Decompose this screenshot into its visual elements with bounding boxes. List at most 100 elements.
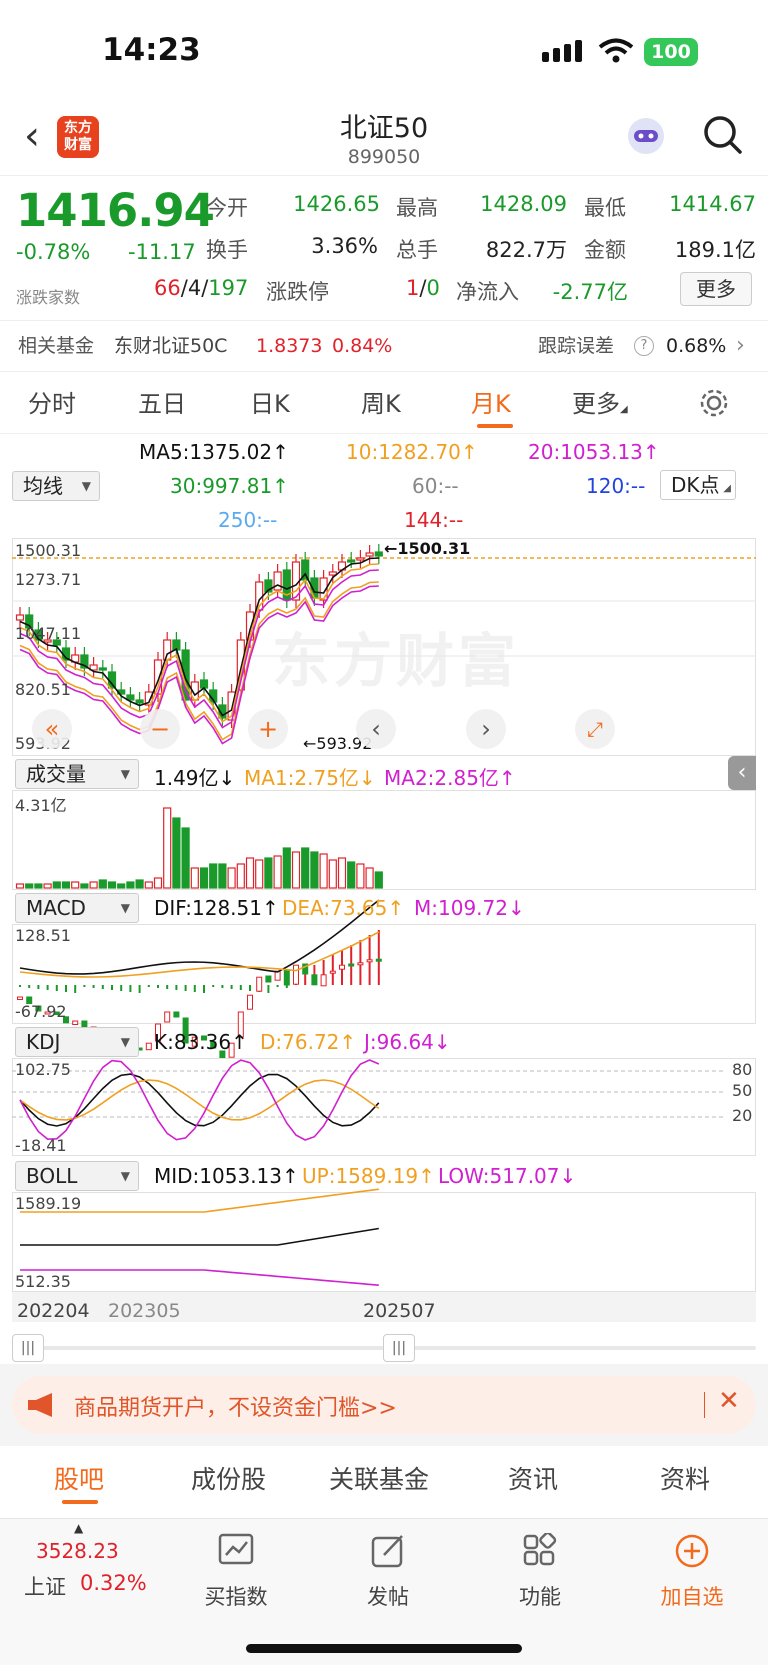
kdj-selector[interactable]: KDJ ▼ [15, 1027, 139, 1057]
range-slider-left-handle[interactable]: ||| [12, 1334, 44, 1362]
volume-bar [356, 863, 365, 889]
zoom-in-button[interactable]: + [248, 709, 288, 749]
megaphone-icon [28, 1393, 52, 1417]
boll-candle [247, 994, 253, 1010]
scroll-left-button[interactable]: ‹ [356, 709, 396, 749]
volume-bar [218, 863, 227, 889]
macd-dea: DEA:73.65↑ [282, 896, 405, 920]
tab-profile[interactable]: 资料 [660, 1460, 710, 1496]
volume-value: 1.49亿↓ [154, 766, 236, 790]
index-value: 3528.23 [36, 1539, 119, 1563]
volume-bar [301, 847, 310, 889]
boll-selector[interactable]: BOLL ▼ [15, 1161, 139, 1191]
bottom-nav: ▲ 3528.23 上证 0.32% 买指数 发帖 功能 加自选 [0, 1518, 768, 1665]
kdj-j-line [19, 1059, 380, 1141]
boll-candle [366, 959, 373, 963]
volume-bar [43, 883, 52, 889]
volume-bar [209, 863, 218, 889]
volume-bar [347, 861, 356, 889]
boll-candle [72, 1020, 79, 1025]
tab-related-funds[interactable]: 关联基金 [329, 1460, 429, 1496]
collapse-panel-icon[interactable]: ‹ [728, 756, 756, 790]
volume-bar [80, 883, 89, 889]
kdj-d: D:76.72↑ [260, 1030, 357, 1054]
volume-bar [34, 883, 43, 889]
tab-guba[interactable]: 股吧 [54, 1460, 104, 1496]
boll-ymax: 1589.19 [15, 1194, 82, 1213]
macd-selector[interactable]: MACD ▼ [15, 893, 139, 923]
boll-candle [283, 969, 290, 986]
candle-body [163, 639, 172, 661]
volume-bar [190, 867, 199, 889]
content-tabs: 股吧 成份股 关联基金 资讯 资料 [0, 1448, 768, 1508]
kdj-ymax: 102.75 [15, 1060, 71, 1079]
scroll-left-fast-button[interactable]: « [32, 709, 72, 749]
fullscreen-icon[interactable]: ⤢ [575, 709, 615, 749]
volume-ma2-line [19, 585, 379, 745]
boll-candle [311, 974, 318, 986]
volume-bar [319, 853, 328, 889]
candle-body [98, 667, 107, 671]
volume-bar [153, 877, 163, 889]
kline-chart-svg [12, 544, 756, 1286]
y-axis-label-3: 1047.11 [15, 624, 82, 643]
macd-ymax: 128.51 [15, 926, 71, 945]
candle-body [356, 557, 365, 561]
volume-bar [117, 883, 126, 889]
tab-constituents[interactable]: 成份股 [191, 1460, 266, 1496]
candle-body [374, 551, 383, 557]
volume-bar [245, 857, 255, 889]
candle-body [365, 552, 374, 557]
ad-banner[interactable]: 商品期货开户，不设资金门槛>> ✕ [12, 1376, 756, 1434]
scroll-right-button[interactable]: › [466, 709, 506, 749]
boll-up: UP:1589.19↑ [302, 1164, 435, 1188]
candle-body [135, 699, 144, 704]
volume-bar [291, 851, 301, 889]
kdj-level-20: 20 [732, 1106, 753, 1125]
volume-bar [15, 883, 25, 889]
boll-candle [339, 964, 345, 970]
candle-body [273, 571, 282, 591]
volume-bar [98, 879, 107, 889]
boll-candle [17, 996, 23, 1000]
boll-candle [265, 975, 272, 983]
index-pct: 0.32% [80, 1571, 147, 1595]
index-name: 上证 [24, 1575, 66, 1599]
zoom-out-button[interactable]: − [140, 709, 180, 749]
kdj-level-50: 50 [732, 1081, 753, 1100]
volume-bar [264, 857, 273, 889]
x-axis-end: 202507 [363, 1300, 436, 1322]
kdj-k: K:83.36↑ [154, 1030, 248, 1054]
tab-news[interactable]: 资讯 [508, 1460, 558, 1496]
macd-m: M:109.72↓ [414, 896, 525, 920]
volume-bar [199, 867, 209, 889]
add-watchlist-button[interactable]: 加自选 [652, 1581, 732, 1611]
y-axis-label-2: 1273.71 [15, 570, 82, 589]
buy-index-button[interactable]: 买指数 [196, 1581, 276, 1611]
volume-bar [89, 881, 98, 889]
candle-body [347, 559, 356, 563]
boll-low-line [20, 1269, 379, 1286]
candle-body [199, 679, 209, 689]
close-icon[interactable]: ✕ [718, 1386, 740, 1416]
y-axis-label-4: 820.51 [15, 680, 71, 699]
volume-bar [135, 879, 144, 889]
boll-candle [173, 1011, 180, 1018]
volume-ma1: MA1:2.75亿↓ [244, 766, 376, 790]
boll-candle [145, 1042, 152, 1051]
post-button[interactable]: 发帖 [348, 1581, 428, 1611]
volume-selector[interactable]: 成交量 ▼ [15, 759, 139, 789]
volume-bar [365, 867, 374, 889]
volume-bar [282, 847, 291, 889]
home-indicator [246, 1644, 522, 1653]
volume-bar [71, 881, 80, 889]
kdj-j: J:96.64↓ [364, 1030, 451, 1054]
boll-candle [293, 964, 299, 985]
ad-text: 商品期货开户，不设资金门槛>> [74, 1396, 397, 1421]
ad-divider [704, 1392, 705, 1418]
function-button[interactable]: 功能 [500, 1581, 580, 1611]
boll-candle [164, 1011, 171, 1023]
volume-bar [236, 863, 245, 889]
high-price-marker: ←1500.31 [384, 539, 471, 558]
range-slider-right-handle[interactable]: ||| [383, 1334, 415, 1362]
